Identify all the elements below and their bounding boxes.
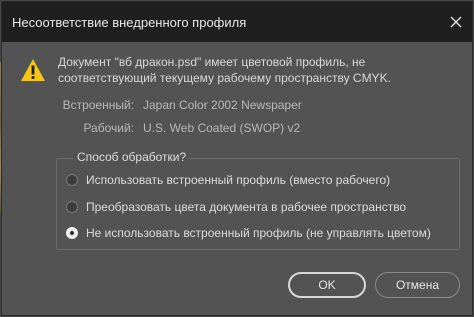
radio-discard-embedded[interactable]	[66, 227, 78, 239]
warning-icon	[21, 59, 45, 81]
cancel-button[interactable]: Отмена	[375, 272, 460, 298]
option-convert-to-working-label: Преобразовать цвета документа в рабочее …	[86, 200, 407, 214]
embedded-profile-label: Встроенный:	[62, 98, 134, 112]
option-convert-to-working[interactable]: Преобразовать цвета документа в рабочее …	[66, 198, 406, 216]
mismatch-message: Документ "вб дракон.psd" имеет цветовой …	[58, 55, 391, 85]
option-use-embedded-label: Использовать встроенный профиль (вместо …	[86, 173, 391, 187]
ok-button[interactable]: OK	[288, 272, 366, 298]
dialog-title: Несоответствие внедренного профиля	[12, 15, 247, 30]
radio-use-embedded[interactable]	[66, 174, 78, 186]
working-profile-label: Рабочий:	[83, 121, 134, 135]
close-button[interactable]	[444, 10, 468, 34]
close-icon	[450, 16, 462, 28]
option-discard-embedded-label: Не использовать встроенный профиль (не у…	[86, 226, 431, 240]
title-bar: Несоответствие внедренного профиля	[2, 2, 472, 42]
option-discard-embedded[interactable]: Не использовать встроенный профиль (не у…	[66, 224, 431, 242]
handling-legend: Способ обработки?	[74, 150, 190, 164]
working-profile-value: U.S. Web Coated (SWOP) v2	[143, 121, 301, 135]
option-use-embedded[interactable]: Использовать встроенный профиль (вместо …	[66, 171, 390, 189]
radio-convert-to-working[interactable]	[66, 201, 78, 213]
embedded-profile-value: Japan Color 2002 Newspaper	[143, 98, 302, 112]
